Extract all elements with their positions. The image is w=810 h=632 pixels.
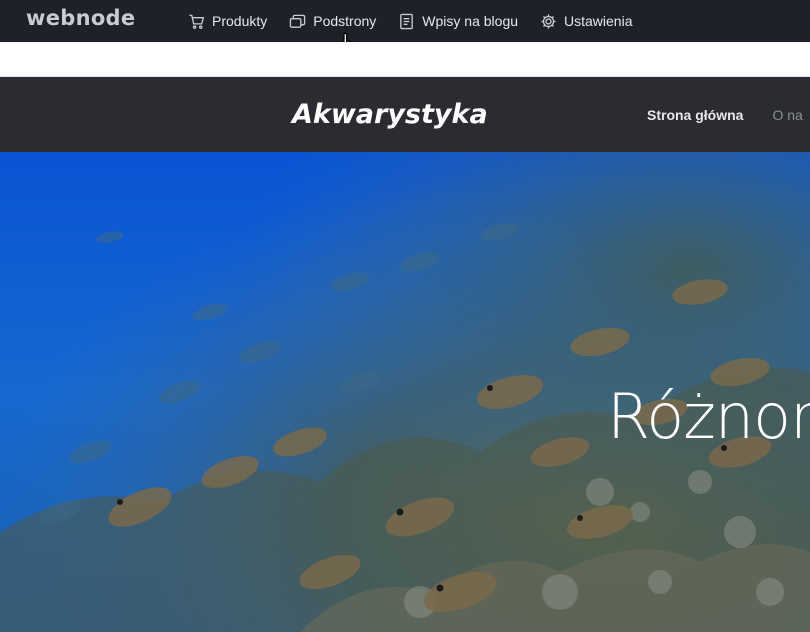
nav-label: Podstrony [313,13,377,29]
document-icon [398,13,415,30]
pages-icon [289,13,306,30]
nav-item-ustawienia[interactable]: Ustawienia [540,13,633,30]
site-title[interactable]: Akwarystyka [292,99,488,130]
white-band [0,42,810,77]
nav-item-podstrony[interactable]: Podstrony [289,13,376,30]
cart-icon [188,13,205,30]
nav-label: Wpisy na blogu [422,13,519,29]
site-nav-strona-glowna[interactable]: Strona główna [647,107,743,123]
site-nav-o-nas[interactable]: O na [772,107,802,123]
gear-icon [540,13,557,30]
webnode-logo[interactable]: webnode [26,6,135,30]
nav-item-produkty[interactable]: Produkty [188,13,267,30]
nav-label: Ustawienia [564,13,633,29]
nav-label: Produkty [212,13,268,29]
editor-nav: Produkty Podstrony Wpisy na blogu Ustawi… [188,0,655,42]
hero-heading[interactable]: Różnoro [607,380,810,453]
site-header: Akwarystyka Strona główna O na [0,77,810,152]
hero-section: Różnoro [0,152,810,632]
editor-toolbar: webnode Produkty Podstrony Wpisy na blog… [0,0,810,42]
nav-item-wpisy-na-blogu[interactable]: Wpisy na blogu [398,13,518,30]
site-nav: Strona główna O na [647,107,810,123]
